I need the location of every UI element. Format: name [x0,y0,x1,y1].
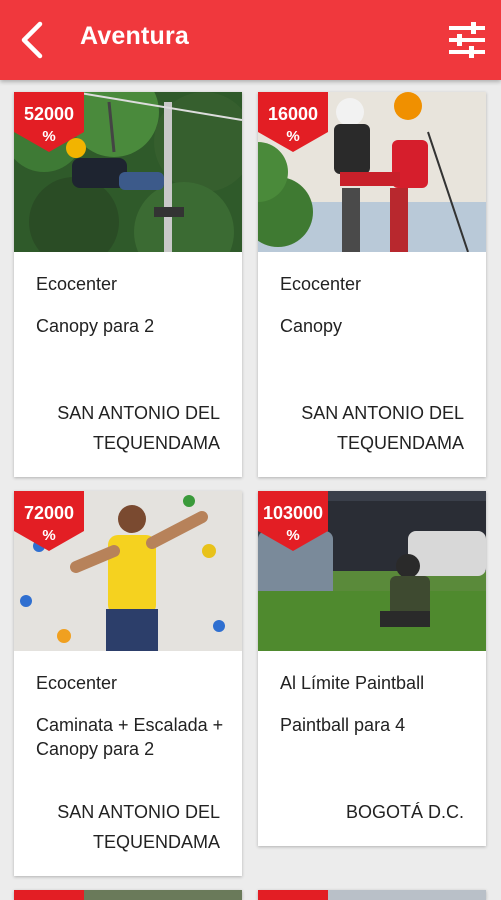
product-name: Canopy para 2 [36,316,155,336]
discount-badge [258,890,328,900]
discount-badge: 16000 % [258,92,328,152]
offer-card-canopy-para-2[interactable]: 52000 % Ecocenter Canopy para 2 SAN ANTO… [14,92,242,477]
offer-card-partial[interactable] [258,890,486,900]
company-name: Ecocenter [36,673,118,693]
offer-image: 72000 % [14,491,242,651]
page-title: Aventura [80,22,190,50]
offer-card-caminata-escalada[interactable]: 72000 % Ecocenter Caminata + Escalada + … [14,491,242,876]
offer-image: 16000 % [258,92,486,252]
product-name: Paintball para 4 [280,715,406,735]
product-name: Caminata + Escalada + Canopy para 2 [36,715,224,759]
discount-badge: 103000 % [258,491,328,551]
offer-card-partial[interactable] [14,890,242,900]
offer-card-canopy[interactable]: 16000 % Ecocenter Canopy SAN ANTONIO DEL… [258,92,486,477]
app-bar: Aventura [0,0,501,80]
company-name: Al Límite Paintball [280,673,425,693]
filter-button[interactable] [447,20,487,60]
offer-card-paintball[interactable]: 103000 % Al Límite Paintball Paintball p… [258,491,486,846]
offer-image: 103000 % [258,491,486,651]
discount-badge: 52000 % [14,92,84,152]
location: BOGOTÁ D.C. [345,802,464,822]
offer-image [84,890,242,900]
sliders-icon [449,22,485,58]
company-name: Ecocenter [280,274,362,294]
product-name: Canopy [280,316,343,336]
discount-badge: 72000 % [14,491,84,551]
chevron-left-icon [21,21,43,59]
offer-image: 52000 % [14,92,242,252]
location: SAN ANTONIO DEL TEQUENDAMA [57,802,220,852]
location: SAN ANTONIO DEL TEQUENDAMA [301,403,464,453]
company-name: Ecocenter [36,274,118,294]
back-button[interactable] [14,18,54,62]
location: SAN ANTONIO DEL TEQUENDAMA [57,403,220,453]
discount-badge [14,890,84,900]
offer-image [328,890,486,900]
